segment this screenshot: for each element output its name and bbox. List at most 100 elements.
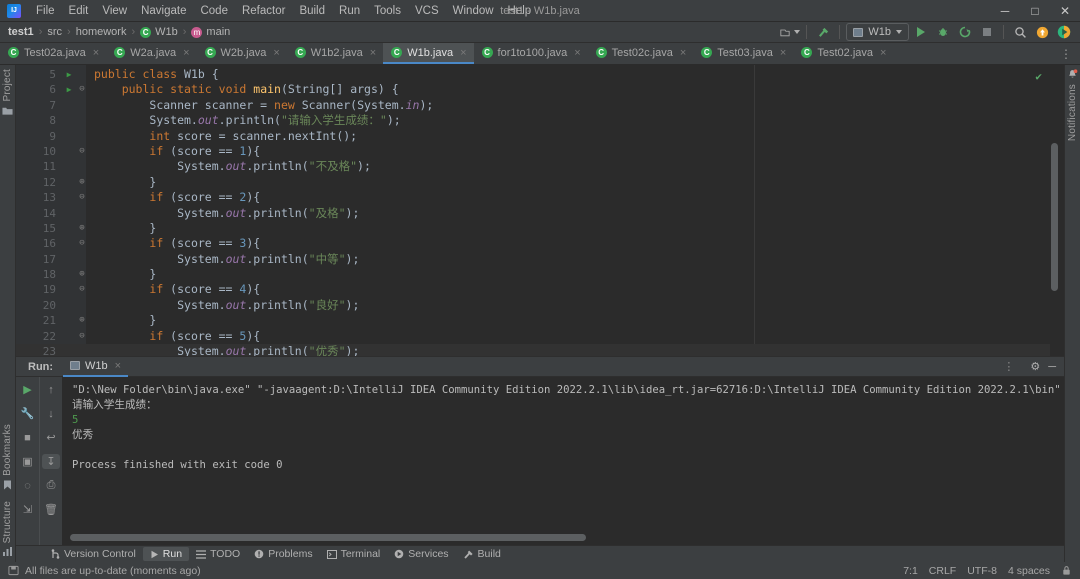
debug-button[interactable] xyxy=(933,23,953,41)
indent-setting[interactable]: 4 spaces xyxy=(1008,565,1050,577)
sidebar-item-project[interactable]: Project xyxy=(2,69,13,116)
code-lines[interactable]: 5 ▶ public class W1b {6 ▶ ⊖ public static vo… xyxy=(16,65,1064,356)
stop-button[interactable] xyxy=(977,23,997,41)
code-line[interactable]: 12 ⊕ } xyxy=(16,175,1064,190)
menu-item-refactor[interactable]: Refactor xyxy=(235,2,292,20)
close-button[interactable]: ✕ xyxy=(1050,0,1080,22)
editor-tab-test03-java[interactable]: Test03.java × xyxy=(693,43,793,64)
close-icon[interactable]: × xyxy=(273,47,279,59)
code-line[interactable]: 11 System.out.println("不及格"); xyxy=(16,159,1064,174)
code-line[interactable]: 10 ⊖ if (score == 1){ xyxy=(16,144,1064,159)
soft-wrap-button[interactable]: ↩ xyxy=(42,430,60,445)
caret-position[interactable]: 7:1 xyxy=(903,565,918,577)
previous-occurrence-button[interactable]: ↑ xyxy=(42,382,60,397)
tool-window-button-terminal[interactable]: Terminal xyxy=(320,547,388,561)
menu-item-code[interactable]: Code xyxy=(193,2,235,20)
ide-assistant-icon[interactable] xyxy=(1054,23,1074,41)
tool-window-button-version-control[interactable]: Version Control xyxy=(44,547,143,561)
close-icon[interactable]: × xyxy=(780,47,786,59)
close-icon[interactable]: × xyxy=(460,47,466,59)
breadcrumb-item-homework[interactable]: homework xyxy=(76,26,127,38)
code-fold-toggle[interactable]: ⊖ xyxy=(76,144,88,159)
search-everywhere-icon[interactable] xyxy=(1010,23,1030,41)
run-tab-w1b[interactable]: W1b × xyxy=(63,356,129,377)
hide-panel-icon[interactable]: ─ xyxy=(1048,361,1056,373)
menu-item-help[interactable]: Help xyxy=(501,2,539,20)
rerun-button[interactable]: ▶ xyxy=(19,382,37,397)
code-fold-toggle[interactable]: ⊖ xyxy=(76,190,88,205)
run-with-coverage-button[interactable] xyxy=(955,23,975,41)
code-line[interactable]: 17 System.out.println("中等"); xyxy=(16,252,1064,267)
clear-all-button[interactable]: 🗑 xyxy=(42,502,60,517)
menu-item-file[interactable]: File xyxy=(29,2,62,20)
run-configuration-selector[interactable]: W1b xyxy=(846,23,909,41)
close-icon[interactable]: × xyxy=(574,47,580,59)
tool-window-button-todo[interactable]: TODO xyxy=(189,547,247,561)
editor-scrollbar-thumb[interactable] xyxy=(1051,143,1058,291)
gutter-run-icon[interactable]: ▶ xyxy=(62,82,76,97)
breadcrumb-item-main[interactable]: main xyxy=(191,26,230,38)
print-button[interactable]: ⎙ xyxy=(42,478,60,493)
code-line[interactable]: 14 System.out.println("及格"); xyxy=(16,206,1064,221)
code-editor[interactable]: 5 ▶ public class W1b {6 ▶ ⊖ public static vo… xyxy=(16,65,1064,356)
edit-configurations-wrench[interactable]: 🔧 xyxy=(19,406,37,421)
inspection-status-icon[interactable]: ✔ xyxy=(1035,70,1042,83)
sidebar-item-notifications[interactable]: Notifications xyxy=(1067,69,1078,141)
menu-item-edit[interactable]: Edit xyxy=(62,2,96,20)
code-fold-toggle[interactable]: ⊕ xyxy=(76,313,88,328)
menu-item-window[interactable]: Window xyxy=(446,2,501,20)
code-fold-toggle[interactable]: ⊕ xyxy=(76,175,88,190)
close-icon[interactable]: × xyxy=(93,47,99,59)
editor-tab-w1b-java[interactable]: W1b.java × xyxy=(383,43,474,64)
code-fold-toggle[interactable]: ⊖ xyxy=(76,282,88,297)
code-fold-toggle[interactable]: ⊕ xyxy=(76,221,88,236)
code-line[interactable]: 16 ⊖ if (score == 3){ xyxy=(16,236,1064,251)
code-line[interactable]: 19 ⊖ if (score == 4){ xyxy=(16,282,1064,297)
code-line[interactable]: 15 ⊕ } xyxy=(16,221,1064,236)
tool-window-button-problems[interactable]: Problems xyxy=(247,547,319,561)
tabs-overflow-button[interactable]: ⋮ xyxy=(1052,43,1080,64)
stop-button[interactable]: ■ xyxy=(19,430,37,445)
code-line[interactable]: 13 ⊖ if (score == 2){ xyxy=(16,190,1064,205)
code-line[interactable]: 23 System.out.println("优秀"); xyxy=(16,344,1064,356)
run-button[interactable] xyxy=(911,23,931,41)
gutter-run-icon[interactable]: ▶ xyxy=(62,67,76,82)
code-fold-toggle[interactable]: ⊖ xyxy=(76,329,88,344)
menu-item-build[interactable]: Build xyxy=(292,2,332,20)
code-fold-toggle[interactable]: ⊖ xyxy=(76,236,88,251)
next-occurrence-button[interactable]: ↓ xyxy=(42,406,60,421)
editor-tab-test02a-java[interactable]: Test02a.java × xyxy=(0,43,106,64)
menu-item-vcs[interactable]: VCS xyxy=(408,2,446,20)
suspend-button[interactable]: ◌ xyxy=(19,478,37,493)
close-icon[interactable]: × xyxy=(115,360,121,372)
close-icon[interactable]: × xyxy=(880,47,886,59)
menu-item-tools[interactable]: Tools xyxy=(367,2,408,20)
sidebar-item-bookmarks[interactable]: Bookmarks xyxy=(2,424,13,490)
project-settings-icon[interactable] xyxy=(780,23,801,41)
export-button[interactable]: ⇲ xyxy=(19,502,37,517)
breadcrumb-item-test1[interactable]: test1 xyxy=(8,26,34,38)
tool-window-button-services[interactable]: Services xyxy=(387,547,455,561)
menu-item-run[interactable]: Run xyxy=(332,2,367,20)
editor-tab-w2a-java[interactable]: W2a.java × xyxy=(106,43,196,64)
line-separator[interactable]: CRLF xyxy=(929,565,956,577)
code-line[interactable]: 21 ⊕ } xyxy=(16,313,1064,328)
minimize-button[interactable]: ─ xyxy=(990,0,1020,22)
code-fold-toggle[interactable]: ⊖ xyxy=(76,82,88,97)
gear-icon[interactable]: ⚙ xyxy=(1030,360,1040,373)
editor-tab-test02c-java[interactable]: Test02c.java × xyxy=(588,43,694,64)
code-line[interactable]: 9 int score = scanner.nextInt(); xyxy=(16,129,1064,144)
console-output[interactable]: "D:\New Folder\bin\java.exe" "-javaagent… xyxy=(62,377,1064,545)
code-line[interactable]: 6 ▶ ⊖ public static void main(String[] arg… xyxy=(16,82,1064,97)
maximize-button[interactable]: □ xyxy=(1020,0,1050,22)
build-hammer-icon[interactable] xyxy=(813,23,833,41)
tool-window-button-build[interactable]: Build xyxy=(456,547,508,561)
editor-tab-test02-java[interactable]: Test02.java × xyxy=(793,43,893,64)
sidebar-item-structure[interactable]: Structure xyxy=(2,501,13,556)
code-line[interactable]: 18 ⊕ } xyxy=(16,267,1064,282)
tool-window-button-run[interactable]: Run xyxy=(142,547,190,561)
updates-icon[interactable] xyxy=(1032,23,1052,41)
scroll-to-end-button[interactable]: ↧ xyxy=(42,454,60,469)
screenshot-button[interactable]: ▣ xyxy=(19,454,37,469)
editor-tab-for1to100-java[interactable]: for1to100.java × xyxy=(474,43,588,64)
